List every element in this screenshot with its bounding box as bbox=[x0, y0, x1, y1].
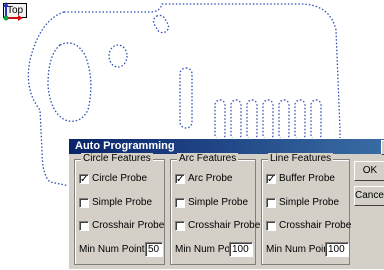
arc-crosshair-probe-checkbox[interactable]: Crosshair Probe bbox=[175, 219, 260, 232]
line-features-group: Line Features ✓ Buffer Probe Simple Prob… bbox=[261, 153, 351, 265]
arc-simple-probe-checkbox[interactable]: Simple Probe bbox=[175, 196, 248, 209]
checkbox-label: Arc Probe bbox=[188, 173, 233, 184]
group-title: Circle Features bbox=[81, 153, 153, 165]
circle-min-points-input[interactable]: 50 bbox=[145, 242, 163, 257]
auto-programming-dialog: Auto Programming X Circle Features ✓ Cir… bbox=[68, 138, 384, 270]
checkbox-label: Simple Probe bbox=[188, 197, 249, 208]
line-min-points-input[interactable]: 100 bbox=[325, 242, 349, 257]
part-vertical-slot bbox=[179, 67, 193, 129]
part-hole-circle bbox=[108, 44, 128, 68]
checkbox-unchecked[interactable] bbox=[79, 197, 89, 208]
line-crosshair-probe-checkbox[interactable]: Crosshair Probe bbox=[266, 219, 351, 232]
checkbox-unchecked[interactable] bbox=[79, 220, 89, 231]
checkbox-label: Buffer Probe bbox=[279, 173, 335, 184]
checkbox-label: Crosshair Probe bbox=[188, 220, 261, 231]
buffer-probe-checkbox[interactable]: ✓ Buffer Probe bbox=[266, 172, 335, 185]
part-top-slot bbox=[152, 14, 170, 34]
min-num-points-label: Min Num Points bbox=[79, 244, 150, 255]
axis-triad-icon bbox=[3, 2, 23, 21]
group-title: Arc Features bbox=[177, 153, 239, 165]
circle-features-group: Circle Features ✓ Circle Probe Simple Pr… bbox=[74, 153, 165, 265]
checkbox-label: Simple Probe bbox=[279, 197, 340, 208]
dialog-title: Auto Programming bbox=[75, 140, 175, 152]
part-ribs bbox=[214, 99, 322, 141]
checkbox-unchecked[interactable] bbox=[175, 220, 185, 231]
checkbox-unchecked[interactable] bbox=[266, 197, 276, 208]
checkbox-checked[interactable]: ✓ bbox=[266, 173, 276, 184]
circle-probe-checkbox[interactable]: ✓ Circle Probe bbox=[79, 172, 147, 185]
circle-simple-probe-checkbox[interactable]: Simple Probe bbox=[79, 196, 152, 209]
checkbox-unchecked[interactable] bbox=[266, 220, 276, 231]
cancel-button[interactable]: Cancel bbox=[354, 186, 384, 206]
line-simple-probe-checkbox[interactable]: Simple Probe bbox=[266, 196, 339, 209]
arc-probe-checkbox[interactable]: ✓ Arc Probe bbox=[175, 172, 232, 185]
checkbox-unchecked[interactable] bbox=[175, 197, 185, 208]
part-inner-ellipse bbox=[47, 42, 92, 122]
circle-crosshair-probe-checkbox[interactable]: Crosshair Probe bbox=[79, 219, 164, 232]
checkbox-label: Simple Probe bbox=[92, 197, 153, 208]
dialog-titlebar[interactable]: Auto Programming bbox=[69, 139, 384, 154]
checkbox-label: Circle Probe bbox=[92, 173, 148, 184]
arc-features-group: Arc Features ✓ Arc Probe Simple Probe Cr… bbox=[170, 153, 260, 265]
checkbox-label: Crosshair Probe bbox=[92, 220, 165, 231]
checkbox-checked[interactable]: ✓ bbox=[79, 173, 89, 184]
group-title: Line Features bbox=[268, 153, 334, 165]
ok-button[interactable]: OK bbox=[354, 161, 384, 181]
arc-min-points-input[interactable]: 100 bbox=[229, 242, 253, 257]
checkbox-label: Crosshair Probe bbox=[279, 220, 352, 231]
checkbox-checked[interactable]: ✓ bbox=[175, 173, 185, 184]
